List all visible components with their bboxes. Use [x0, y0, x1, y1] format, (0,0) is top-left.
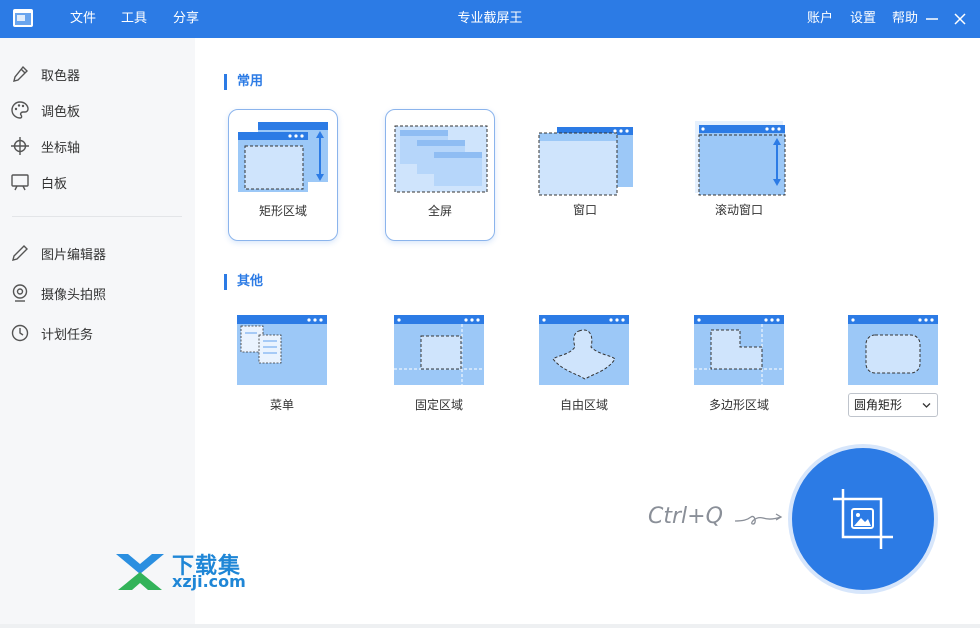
mode-window[interactable]: 窗口: [530, 109, 640, 241]
mode-menu[interactable]: 菜单: [222, 315, 342, 425]
shape-select-value: 圆角矩形: [854, 398, 903, 412]
section-title-other: 其他: [224, 274, 263, 290]
menu-capture-icon: [237, 315, 327, 385]
mode-label: 自由区域: [559, 398, 608, 412]
mode-rectangle-region[interactable]: 矩形区域: [228, 109, 338, 241]
crosshair-icon: [11, 137, 29, 155]
watermark-logo: 下载集 xzji.com: [112, 548, 262, 594]
crop-image-icon: [833, 489, 893, 549]
shortcut-hint: Ctrl+Q: [648, 504, 723, 529]
rectangle-region-icon: [238, 122, 328, 192]
webcam-icon: [12, 284, 28, 302]
menu-help[interactable]: 帮助: [892, 0, 918, 38]
sidebar-item-label: 图片编辑器: [41, 247, 107, 263]
mode-fixed-region[interactable]: 固定区域: [379, 315, 499, 425]
sidebar-divider: [12, 216, 182, 217]
squiggle-arrow-icon: [734, 513, 783, 525]
sidebar-item-label: 摄像头拍照: [41, 287, 107, 303]
mode-label: 固定区域: [414, 398, 463, 412]
sidebar-item-axis[interactable]: 坐标轴: [10, 132, 185, 160]
download-arrow-logo-icon: [116, 554, 164, 590]
sidebar-item-whiteboard[interactable]: 白板: [10, 168, 185, 196]
polygon-region-icon: [694, 315, 784, 385]
watermark-en: xzji.com: [172, 572, 246, 591]
whiteboard-icon: [11, 174, 29, 191]
mode-polygon-region[interactable]: 多边形区域: [679, 315, 799, 425]
palette-icon: [11, 101, 29, 119]
mode-label: 滚动窗口: [714, 203, 763, 217]
rounded-rectangle-icon: [848, 315, 938, 385]
sidebar-item-scheduled-tasks[interactable]: 计划任务: [10, 319, 185, 347]
mode-label: 矩形区域: [258, 204, 307, 218]
minimize-icon[interactable]: [922, 9, 942, 29]
menu-tools[interactable]: 工具: [121, 0, 147, 38]
fullscreen-icon: [394, 125, 488, 193]
window-icon: [538, 127, 633, 196]
sidebar-item-label: 坐标轴: [41, 140, 81, 156]
mode-scrolling-window[interactable]: 滚动窗口: [684, 109, 794, 241]
menu-account[interactable]: 账户: [807, 0, 833, 38]
close-icon[interactable]: [950, 9, 970, 29]
eyedropper-icon: [13, 65, 28, 82]
mode-rounded-rectangle[interactable]: [833, 315, 953, 385]
mode-label: 多边形区域: [708, 398, 769, 412]
sidebar-item-label: 白板: [41, 176, 68, 192]
mode-free-region[interactable]: 自由区域: [524, 315, 644, 425]
fixed-region-icon: [394, 315, 484, 385]
sidebar-item-image-editor[interactable]: 图片编辑器: [10, 239, 185, 267]
sidebar-item-label: 调色板: [41, 104, 81, 120]
sidebar: 取色器 调色板 坐标轴 白板 图片编辑器 摄像头拍照 计划任务: [0, 38, 195, 628]
shape-select[interactable]: 圆角矩形: [848, 393, 938, 417]
sidebar-item-label: 计划任务: [41, 327, 94, 343]
scrolling-window-icon: [695, 121, 786, 196]
mode-label: 窗口: [572, 203, 597, 217]
mode-fullscreen[interactable]: 全屏: [385, 109, 495, 241]
sidebar-item-label: 取色器: [41, 68, 81, 84]
menu-share[interactable]: 分享: [173, 0, 199, 38]
mode-label: 菜单: [269, 398, 294, 412]
menu-file[interactable]: 文件: [70, 0, 96, 38]
section-title-common: 常用: [224, 74, 263, 90]
capture-button[interactable]: [788, 444, 938, 594]
app-logo-icon: [13, 9, 33, 27]
menu-settings[interactable]: 设置: [850, 0, 876, 38]
sidebar-item-palette[interactable]: 调色板: [10, 96, 185, 124]
clock-icon: [11, 324, 29, 342]
chevron-down-icon: [922, 403, 931, 408]
mode-label: 全屏: [427, 204, 452, 218]
bottom-border: [0, 624, 980, 628]
title-bar: 文件 工具 分享 专业截屏王 账户 设置 帮助: [0, 0, 980, 38]
pencil-icon: [12, 245, 28, 261]
free-region-icon: [539, 315, 629, 385]
sidebar-item-color-picker[interactable]: 取色器: [10, 60, 185, 88]
sidebar-item-webcam[interactable]: 摄像头拍照: [10, 279, 185, 307]
